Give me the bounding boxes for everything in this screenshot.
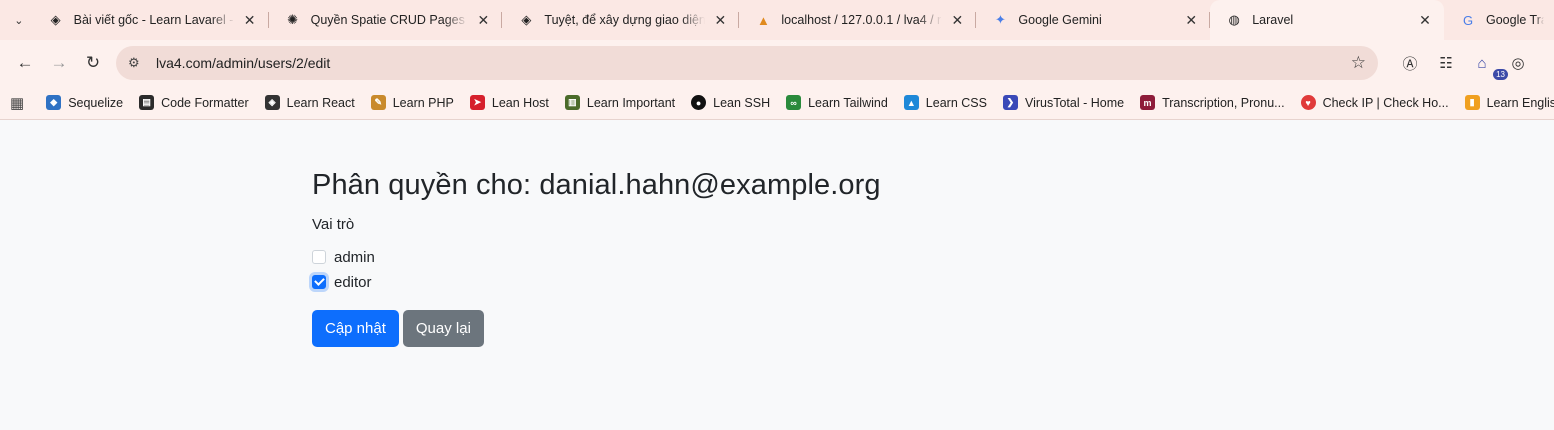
bookmark-icon: ▤ [139,95,155,110]
bookmark-label: Check IP | Check Ho... [1322,95,1449,110]
openai-icon: ✺ [287,12,299,27]
bookmark-icon: ✎ [370,95,386,110]
edit-roles-form: Phân quyền cho: danial.hahn@example.org … [312,121,881,347]
role-editor-row[interactable]: editor [312,274,881,291]
bookmark[interactable]: ➤ Lean Host [469,95,549,110]
bookmark[interactable]: ✎ Learn PHP [370,95,454,110]
globe-icon: ◍ [1228,12,1240,27]
bookmark-label: VirusTotal - Home [1024,95,1125,110]
address-bar[interactable]: ⚙ lva4.com/admin/users/2/edit ☆ [116,46,1378,80]
bookmark-icon: ◆ [46,95,62,110]
bookmark[interactable]: ◆ Sequelize [46,95,123,110]
layers-icon: ◈ [521,12,532,27]
bookmark-label: Learn English [1486,95,1554,110]
bookmark-label: Code Formatter [161,95,249,110]
bookmark-label: Lean Host [491,95,549,110]
url-text[interactable]: lva4.com/admin/users/2/edit [156,55,1351,71]
bookmark-label: Learn Important [586,95,676,110]
extension-icon[interactable]: ⌂ 13 [1464,55,1508,80]
apps-icon[interactable]: ▦ [10,94,24,112]
tab-title: Google Gemini [1018,13,1102,27]
role-editor-label[interactable]: editor [334,274,372,291]
tab-search-button[interactable]: ⌄ [6,7,32,33]
roles-label: Vai trò [312,216,355,233]
page-title: Phân quyền cho: danial.hahn@example.org [312,169,881,201]
tab-title: Laravel [1252,13,1294,27]
tab[interactable]: ✺ Quyền Spatie CRUD Pages ✕ [269,0,503,40]
gemini-icon: ✦ [994,12,1006,27]
back-icon[interactable]: ← [8,46,42,80]
tab[interactable]: ◈ Tuyệt, để xây dựng giao diện q ✕ [502,0,740,40]
close-icon[interactable]: ✕ [1182,12,1200,29]
tab[interactable]: ◈ Bài viết gốc - Learn Lavarel - Gi ✕ [32,0,269,40]
tab-title: Tuyệt, để xây dựng giao diện q [544,13,706,27]
role-admin-label[interactable]: admin [334,249,375,266]
bookmark-icon: ∞ [786,95,802,110]
tab[interactable]: G Google Tra [1444,0,1554,40]
bookmark[interactable]: ▲ Learn CSS [903,95,987,110]
bookmark[interactable]: ● Lean SSH [691,95,770,110]
bookmark[interactable]: ❯ VirusTotal - Home [1002,95,1125,110]
forward-icon[interactable]: → [42,46,76,80]
tab-title: Google Tra [1486,13,1544,27]
bookmark-star-icon[interactable]: ☆ [1351,53,1366,73]
bookmark-label: Learn Tailwind [808,95,888,110]
extension-icon[interactable]: ☷ [1428,54,1464,72]
close-icon[interactable]: ✕ [241,12,259,29]
bookmark-icon: ♥ [1300,95,1316,110]
bookmark-label: Learn CSS [925,95,987,110]
tab-title: localhost / 127.0.0.1 / lva4 / rol [781,13,943,27]
close-icon[interactable]: ✕ [1416,12,1434,29]
bookmark-label: Lean SSH [713,95,771,110]
extension-badge: 13 [1493,68,1508,80]
site-info-icon[interactable]: ⚙ [128,55,148,71]
bookmark-icon: ▮ [1464,95,1480,110]
bookmark-label: Learn React [286,95,355,110]
bookmark[interactable]: ◈ Learn React [264,95,355,110]
bookmark[interactable]: ♥ Check IP | Check Ho... [1300,95,1449,110]
form-actions: Cập nhật Quay lại [312,310,881,347]
bookmark-icon: ◈ [264,95,280,110]
bookmark[interactable]: ∞ Learn Tailwind [786,95,888,110]
extension-icon[interactable]: Ⓐ [1392,53,1428,74]
close-icon[interactable]: ✕ [711,12,729,29]
bookmark-icon: ❯ [1002,95,1018,110]
back-button[interactable]: Quay lại [402,310,484,347]
bookmark-label: Transcription, Pronu... [1162,95,1285,110]
bookmark-label: Sequelize [68,95,124,110]
bookmark[interactable]: m Transcription, Pronu... [1140,95,1285,110]
bookmarks-bar: ▦ ◆ Sequelize ▤ Code Formatter ◈ Learn Reac… [0,86,1554,120]
role-editor-checkbox[interactable] [312,275,326,289]
bookmark-icon: ▥ [564,95,580,110]
tab[interactable]: ✦ Google Gemini ✕ [976,0,1211,40]
bookmark-icon: ➤ [469,95,485,110]
bookmark-icon: ▲ [903,95,919,110]
toolbar: ← → ↻ ⚙ lva4.com/admin/users/2/edit ☆ Ⓐ … [0,40,1554,86]
layers-icon: ◈ [50,12,61,27]
phpmyadmin-icon: ▲ [756,12,770,28]
tab-active[interactable]: ◍ Laravel ✕ [1210,0,1444,40]
tab-strip: ⌄ ◈ Bài viết gốc - Learn Lavarel - Gi ✕ … [0,0,1554,40]
tab-title: Bài viết gốc - Learn Lavarel - Gi [73,13,235,27]
role-admin-row[interactable]: admin [312,249,881,266]
bookmark[interactable]: ▮ Learn English [1464,95,1554,110]
bookmark-icon: m [1140,95,1156,110]
reload-icon[interactable]: ↻ [76,46,110,80]
bookmark[interactable]: ▥ Learn Important [564,95,676,110]
update-button[interactable]: Cập nhật [312,310,399,347]
bookmark-label: Learn PHP [392,95,454,110]
tab-title: Quyền Spatie CRUD Pages [310,13,465,27]
close-icon[interactable]: ✕ [948,12,966,29]
close-icon[interactable]: ✕ [474,12,492,29]
bookmark-icon: ● [691,95,707,110]
bookmark[interactable]: ▤ Code Formatter [139,95,249,110]
browser-chrome: ⌄ ◈ Bài viết gốc - Learn Lavarel - Gi ✕ … [0,0,1554,120]
tab[interactable]: ▲ localhost / 127.0.0.1 / lva4 / rol ✕ [739,0,977,40]
role-admin-checkbox[interactable] [312,250,326,264]
translate-icon: G [1462,12,1474,28]
page-content: Phân quyền cho: danial.hahn@example.org … [0,121,1554,430]
